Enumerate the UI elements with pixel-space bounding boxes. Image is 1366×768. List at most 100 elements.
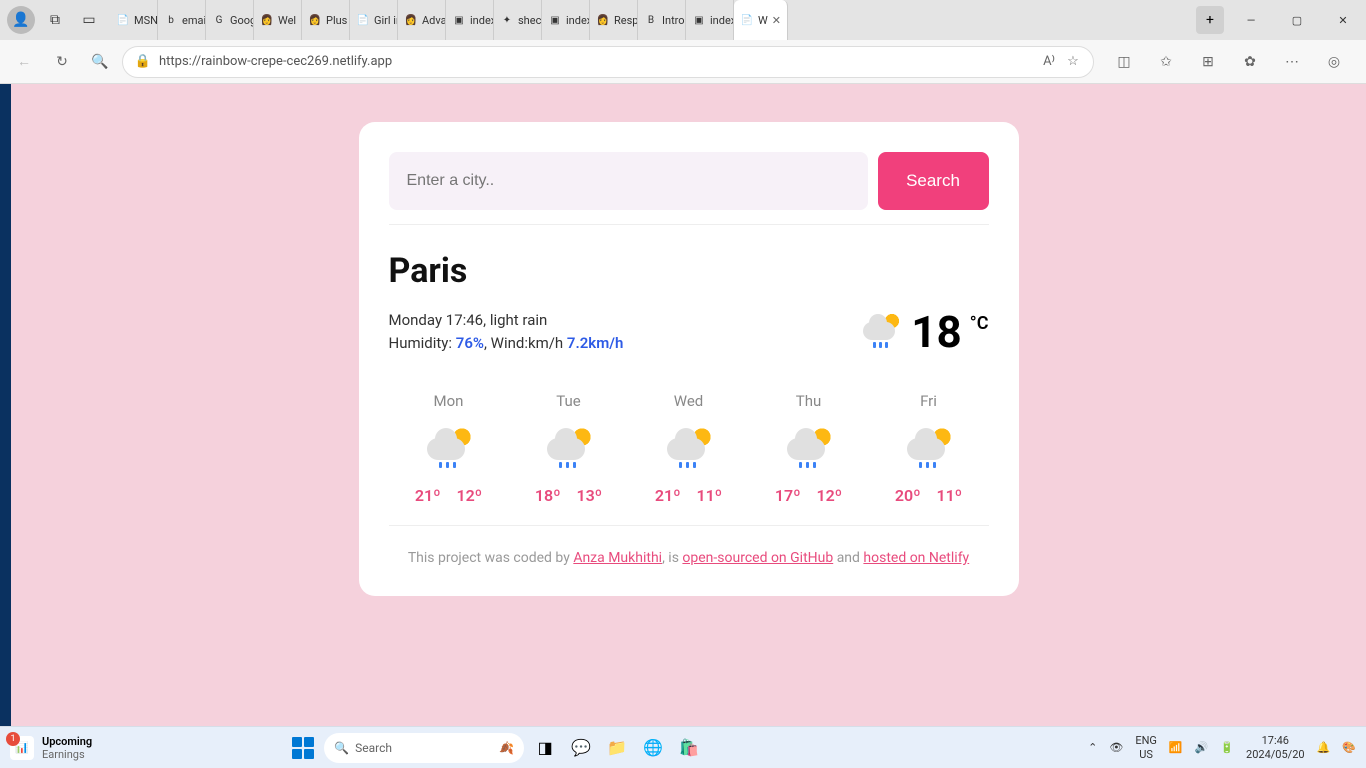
browser-tab[interactable]: 👩Plus Fir [302, 0, 350, 40]
browser-tab[interactable]: 👩Advan [398, 0, 446, 40]
forecast-day-name: Wed [674, 392, 704, 410]
read-aloud-icon[interactable]: A⁾ [1041, 54, 1057, 70]
browser-tab[interactable]: 📄Girl in [350, 0, 398, 40]
forecast-high: 20º [895, 486, 921, 505]
tab-favicon: ▣ [452, 13, 466, 27]
humidity-value: 76% [456, 334, 484, 352]
tray-eye-icon[interactable]: 👁 [1109, 741, 1123, 754]
tab-list: 📄MSN Sbemail IGGoogle👩Wel👩Plus Fir📄Girl … [110, 0, 1192, 40]
copilot-preview-icon[interactable]: 🎨 [1342, 741, 1356, 754]
url-text: https://rainbow-crepe-cec269.netlify.app [159, 54, 1033, 69]
tab-favicon: 👩 [308, 13, 322, 27]
page-content: Search Paris Monday 17:46, light rain Hu… [0, 84, 1366, 726]
forecast-day: Tue 18º 13º [535, 392, 602, 505]
widget-title: Upcoming [42, 735, 92, 748]
browser-tab[interactable]: 📄 W ✕ [734, 0, 788, 40]
search-row: Search [389, 152, 989, 225]
tab-favicon: 📄 [740, 13, 754, 27]
browser-tab[interactable]: ▣index.h [542, 0, 590, 40]
humidity-label: Humidity: [389, 334, 456, 352]
widget-icon: 📊1 [10, 736, 34, 760]
tab-label: shecod [518, 14, 542, 27]
github-link[interactable]: open-sourced on GitHub [682, 550, 833, 566]
wind-label: , Wind:km/h [484, 334, 567, 352]
forecast-weather-icon [779, 424, 839, 472]
forecast-day-name: Fri [920, 392, 937, 410]
tab-actions-icon[interactable]: ▭ [74, 5, 104, 35]
refresh-button[interactable]: ↻ [46, 46, 78, 78]
browser-tab[interactable]: BIntrodu [638, 0, 686, 40]
language-indicator[interactable]: ENG US [1135, 734, 1157, 760]
back-button[interactable]: ← [8, 46, 40, 78]
taskbar-center: 🔍 Search 🍂 ◨ 💬 📁 🌐 🛍️ [288, 733, 704, 763]
tab-label: Advan [422, 14, 446, 27]
extensions-icon[interactable]: ✿ [1234, 46, 1266, 78]
city-input[interactable] [389, 152, 868, 210]
tab-favicon: b [164, 13, 178, 27]
notifications-icon[interactable]: 🔔 [1317, 741, 1331, 754]
search-decoration-icon: 🍂 [499, 741, 514, 755]
search-find-button[interactable]: 🔍 [84, 46, 116, 78]
minimize-button[interactable]: — [1228, 0, 1274, 40]
forecast-low: 11º [937, 486, 963, 505]
browser-tab[interactable]: 👩Respor [590, 0, 638, 40]
new-tab-button[interactable]: + [1196, 6, 1224, 34]
collections-icon[interactable]: ⊞ [1192, 46, 1224, 78]
edge-icon[interactable]: 🌐 [638, 733, 668, 763]
weather-icon [859, 310, 903, 354]
forecast-temps: 17º 12º [775, 486, 842, 505]
tab-label: email I [182, 14, 206, 27]
forecast-temps: 21º 11º [655, 486, 722, 505]
forecast-day: Thu 17º 12º [775, 392, 842, 505]
forecast-temps: 18º 13º [535, 486, 602, 505]
close-window-button[interactable]: ✕ [1320, 0, 1366, 40]
workspaces-icon[interactable]: ⧉ [40, 5, 70, 35]
tab-favicon: ▣ [692, 13, 706, 27]
forecast-weather-icon [659, 424, 719, 472]
forecast-day: Wed 21º 11º [655, 392, 722, 505]
tab-label: W [758, 14, 768, 27]
favorites-bar-icon[interactable]: ✩ [1150, 46, 1182, 78]
battery-icon[interactable]: 🔋 [1220, 741, 1234, 754]
browser-tab[interactable]: ✦shecod [494, 0, 542, 40]
profile-button[interactable]: 👤 [6, 5, 36, 35]
browser-tab[interactable]: b email I [158, 0, 206, 40]
city-name: Paris [389, 251, 989, 291]
forecast-temps: 20º 11º [895, 486, 962, 505]
explorer-icon[interactable]: 📁 [602, 733, 632, 763]
taskview-icon[interactable]: ◨ [530, 733, 560, 763]
start-button[interactable] [288, 733, 318, 763]
temp-unit: °C [970, 313, 989, 334]
wind-value: 7.2km/h [567, 334, 623, 352]
browser-tab[interactable]: GGoogle [206, 0, 254, 40]
forecast-low: 12º [817, 486, 843, 505]
tab-label: Girl in [374, 14, 398, 27]
maximize-button[interactable]: ▢ [1274, 0, 1320, 40]
search-button[interactable]: Search [878, 152, 989, 210]
split-screen-icon[interactable]: ◫ [1108, 46, 1140, 78]
wifi-icon[interactable]: 📶 [1169, 741, 1183, 754]
system-tray: ⌃ 👁 ENG US 📶 🔊 🔋 17:46 2024/05/20 🔔 🎨 [1088, 734, 1356, 760]
menu-icon[interactable]: ⋯ [1276, 46, 1308, 78]
current-temp-block: 18 °C [859, 310, 988, 354]
browser-tab[interactable]: 👩Wel [254, 0, 302, 40]
tab-favicon: ▣ [548, 13, 562, 27]
favorite-icon[interactable]: ☆ [1065, 54, 1081, 70]
store-icon[interactable]: 🛍️ [674, 733, 704, 763]
news-widget[interactable]: 📊1 Upcoming Earnings [10, 735, 92, 761]
netlify-link[interactable]: hosted on Netlify [863, 550, 969, 566]
taskbar-search[interactable]: 🔍 Search 🍂 [324, 733, 524, 763]
browser-tab[interactable]: ▣index.h [686, 0, 734, 40]
author-link[interactable]: Anza Mukhithi [573, 550, 662, 566]
tab-label: Google [230, 14, 254, 27]
clock[interactable]: 17:46 2024/05/20 [1246, 734, 1305, 760]
browser-tab[interactable]: ▣index.h [446, 0, 494, 40]
window-controls: — ▢ ✕ [1228, 0, 1366, 40]
tab-close-icon[interactable]: ✕ [772, 14, 781, 27]
tray-chevron-icon[interactable]: ⌃ [1088, 741, 1097, 754]
browser-tab[interactable]: 📄MSN S [110, 0, 158, 40]
volume-icon[interactable]: 🔊 [1195, 741, 1209, 754]
teams-icon[interactable]: 💬 [566, 733, 596, 763]
copilot-icon[interactable]: ◎ [1318, 46, 1350, 78]
url-box[interactable]: 🔒 https://rainbow-crepe-cec269.netlify.a… [122, 46, 1094, 78]
